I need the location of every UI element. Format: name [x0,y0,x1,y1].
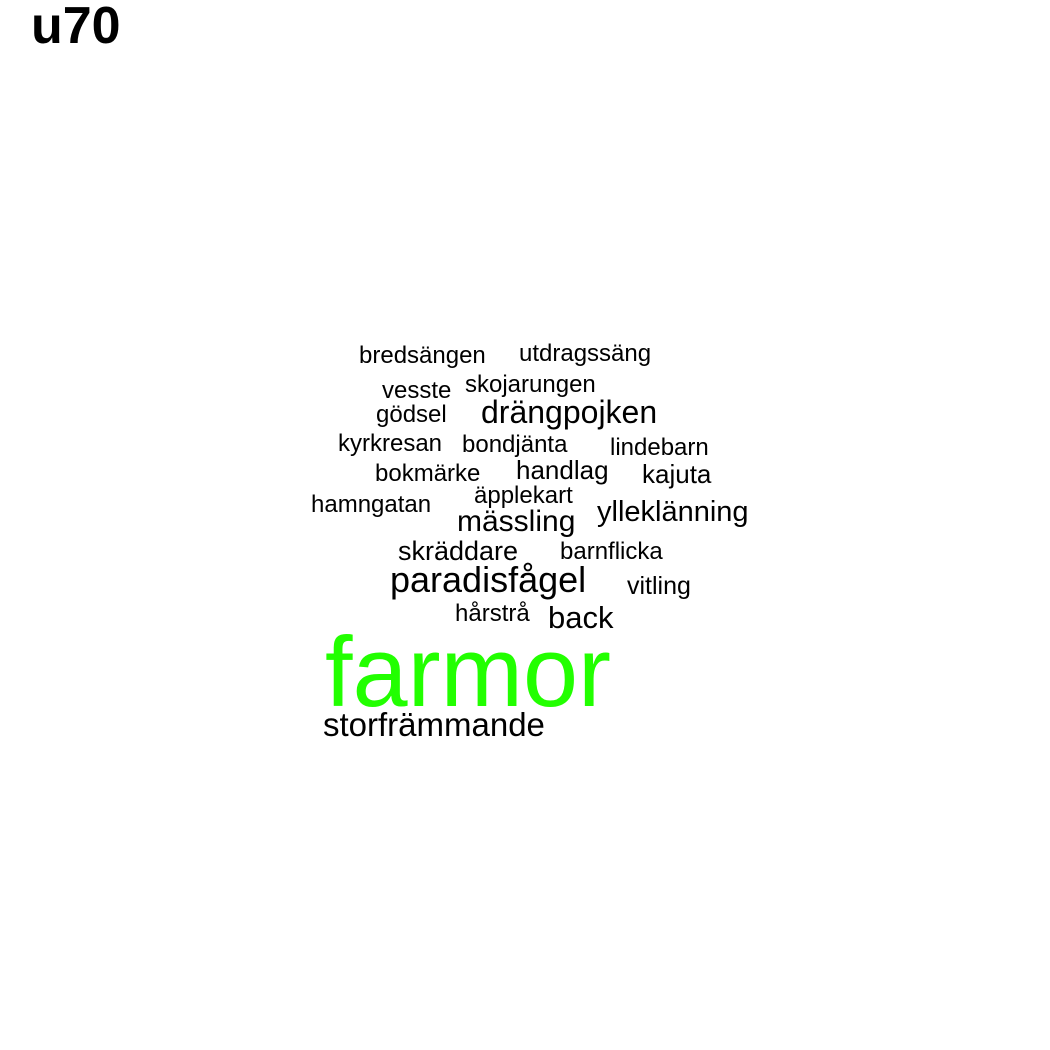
word-handlag: handlag [516,455,609,485]
word-storframmande: storfrämmande [323,706,545,743]
panel-label: u70 [31,0,121,55]
word-bokmarke: bokmärke [375,460,481,487]
word-vitling: vitling [627,572,691,600]
word-hamngatan: hamngatan [311,491,432,518]
word-lindebarn: lindebarn [610,434,709,461]
word-massling: mässling [457,505,576,538]
word-godsel: gödsel [376,401,447,428]
word-drangpojken: drängpojken [481,394,658,430]
word-kajuta: kajuta [642,459,712,489]
word-cloud-canvas: u70 bredsängen utdragssäng vesste skojar… [0,0,1050,1050]
word-vesste: vesste [382,377,452,404]
word-paradisfagel: paradisfågel [390,559,587,600]
word-utdragssang: utdragssäng [519,340,652,367]
word-kyrkresan: kyrkresan [338,430,443,457]
word-ylleklanning: ylleklänning [597,496,749,528]
word-bredsangen: bredsängen [359,342,486,369]
word-bondjanta: bondjänta [462,431,568,458]
